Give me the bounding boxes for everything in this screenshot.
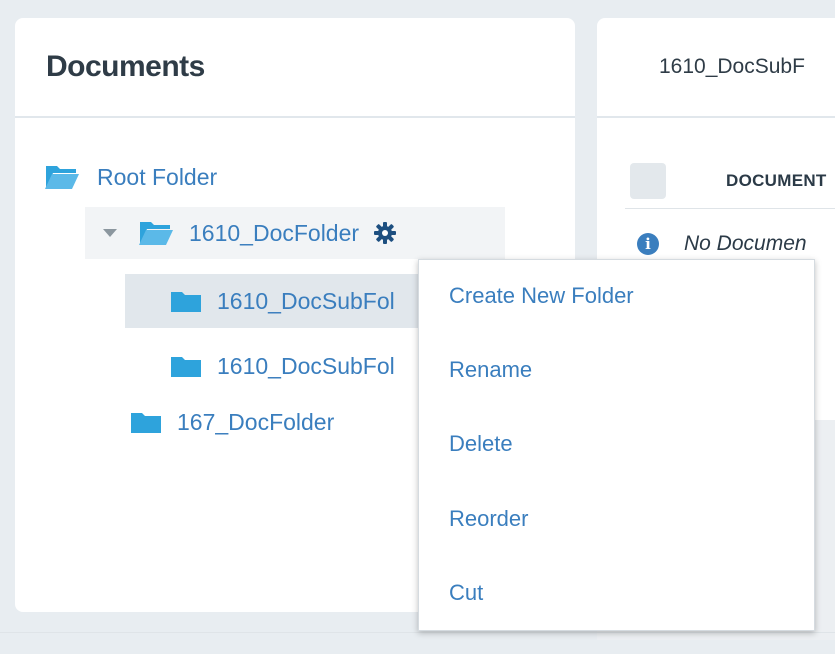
tree-item-label: 167_DocFolder — [177, 408, 335, 435]
tree-item-167-docfolder[interactable]: 167_DocFolder — [131, 396, 431, 448]
documents-panel-header: Documents — [15, 18, 575, 118]
folder-contents-header: 1610_DocSubF — [597, 18, 835, 118]
tree-item-1610-docsubfolder-1[interactable]: 1610_DocSubFol — [125, 274, 425, 328]
folder-icon — [171, 355, 201, 377]
menu-item-delete[interactable]: Delete — [449, 431, 513, 457]
folder-open-icon — [45, 164, 79, 190]
chevron-down-icon[interactable] — [103, 229, 117, 237]
tree-item-1610-docfolder[interactable]: 1610_DocFolder — [85, 207, 505, 259]
documents-grid-header: DOCUMENT — [625, 154, 835, 209]
menu-item-create-new-folder[interactable]: Create New Folder — [449, 283, 634, 309]
divider — [0, 632, 835, 633]
tree-item-label: 1610_DocFolder — [189, 219, 360, 246]
folder-open-icon — [139, 220, 173, 246]
folder-contents-title: 1610_DocSubF — [659, 55, 805, 78]
info-icon: i — [637, 233, 659, 255]
tree-item-label: 1610_DocSubFol — [217, 352, 395, 379]
empty-state: i No Documen — [637, 232, 807, 256]
select-all-checkbox[interactable] — [630, 163, 666, 199]
tree-item-label: 1610_DocSubFol — [217, 287, 395, 314]
menu-item-cut[interactable]: Cut — [449, 580, 483, 606]
tree-item-label: Root Folder — [97, 163, 218, 190]
menu-item-reorder[interactable]: Reorder — [449, 506, 528, 532]
tree-item-1610-docsubfolder-2[interactable]: 1610_DocSubFol — [125, 340, 425, 392]
folder-icon — [171, 290, 201, 312]
gear-icon[interactable] — [373, 221, 397, 245]
panel-title: Documents — [46, 50, 205, 83]
tree-item-root-folder[interactable]: Root Folder — [45, 151, 345, 203]
menu-item-rename[interactable]: Rename — [449, 357, 532, 383]
folder-icon — [131, 411, 161, 433]
folder-context-menu: Create New Folder Rename Delete Reorder … — [418, 259, 815, 631]
empty-message: No Documen — [684, 232, 807, 255]
column-header-document[interactable]: DOCUMENT — [726, 171, 827, 191]
